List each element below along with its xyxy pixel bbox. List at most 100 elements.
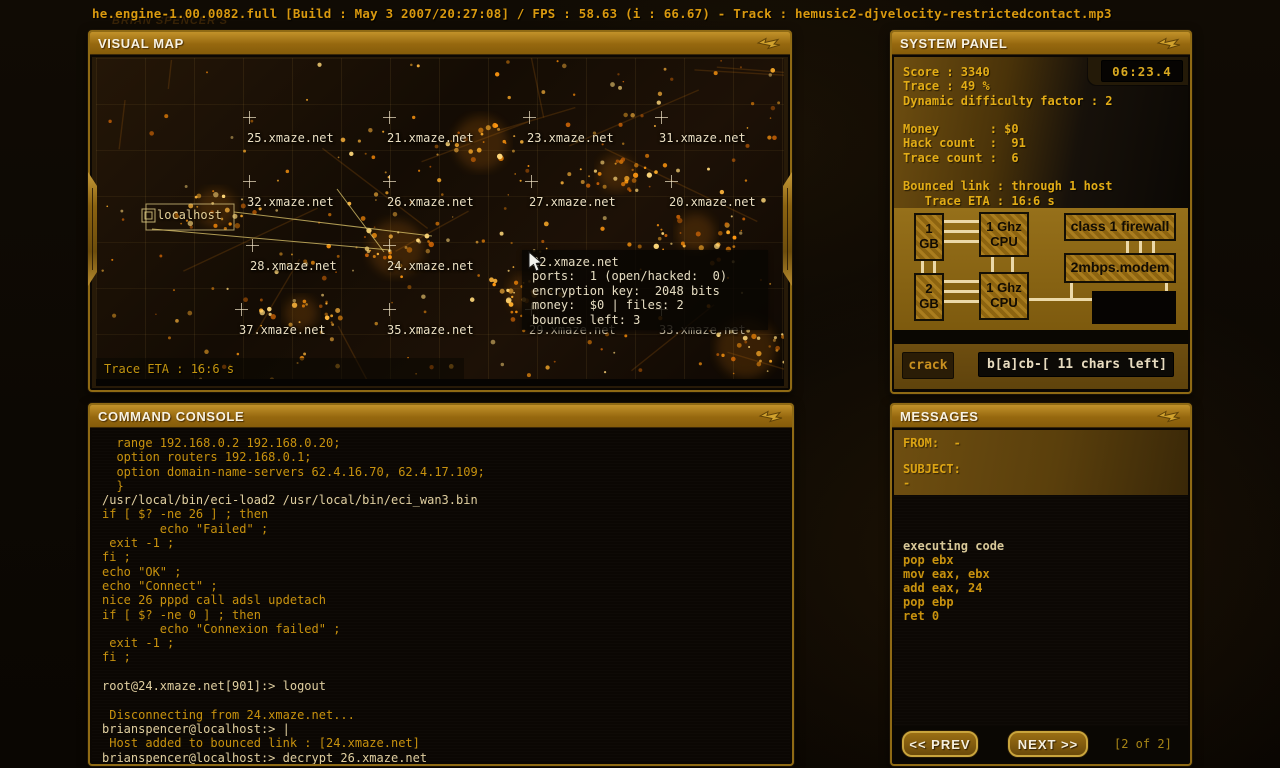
system-stat-line: Trace count : 6: [903, 151, 1113, 165]
crack-row: crack: [894, 344, 1188, 389]
map-node[interactable]: 26.xmaze.net: [387, 191, 474, 210]
map-node[interactable]: 23.xmaze.net: [527, 127, 614, 146]
message-line: pop ebx: [903, 553, 1188, 567]
system-panel-body: Score : 3340Trace : 49 %Dynamic difficul…: [894, 57, 1188, 390]
prev-message-button[interactable]: << PREV: [902, 731, 978, 757]
command-console-panel: COMMAND CONSOLE range 192.168.0.2 192.16…: [88, 403, 794, 766]
console-line: [102, 665, 780, 679]
crosshair-marker: [655, 111, 668, 124]
hardware-ram2: 2 GB: [914, 273, 944, 321]
ram1-unit: GB: [919, 237, 939, 252]
map-node-label: 31.xmaze.net: [659, 131, 746, 145]
message-line: mov eax, ebx: [903, 567, 1188, 581]
cpu1-label: CPU: [990, 235, 1017, 250]
console-line: exit -1 ;: [102, 636, 780, 650]
map-node-label: 32.xmaze.net: [247, 195, 334, 209]
visual-map-panel: VISUAL MAP 25.xmaze.net21.xmaze.net23.xm…: [88, 30, 792, 392]
map-node[interactable]: 25.xmaze.net: [247, 127, 334, 146]
console-line: /usr/local/bin/eci-load2 /usr/local/bin/…: [102, 493, 780, 507]
console-line: nice 26 pppd call adsl updetach: [102, 593, 780, 607]
console-line: option domain-name-servers 62.4.16.70, 6…: [102, 465, 780, 479]
map-node[interactable]: 24.xmaze.net: [387, 255, 474, 274]
map-node-label: 26.xmaze.net: [387, 195, 474, 209]
console-line: Disconnecting from 24.xmaze.net...: [102, 708, 780, 722]
map-node-label: 20.xmaze.net: [669, 195, 756, 209]
message-content: executing codepop ebxmov eax, ebxadd eax…: [894, 495, 1188, 683]
crack-input[interactable]: [978, 352, 1174, 377]
console-line: [102, 693, 780, 707]
crosshair-marker: [383, 239, 396, 252]
hardware-ram1: 1 GB: [914, 213, 944, 261]
panel-decoration-icon: [1156, 35, 1182, 51]
console-line: brianspencer@localhost:> |: [102, 722, 780, 736]
system-stat-line: Hack count : 91: [903, 136, 1113, 150]
hardware-black-module: [1092, 291, 1176, 324]
system-divider-strip: [894, 330, 1188, 344]
system-panel-header: SYSTEM PANEL: [892, 32, 1190, 55]
console-line: fi ;: [102, 550, 780, 564]
system-stat-line: Money : $0: [903, 122, 1113, 136]
ram2-size: 2: [925, 282, 932, 297]
system-stat-line: Bounced link : through 1 host: [903, 179, 1113, 193]
message-page-indicator: [2 of 2]: [1114, 737, 1172, 751]
map-node[interactable]: 35.xmaze.net: [387, 319, 474, 338]
map-node-label: 24.xmaze.net: [387, 259, 474, 273]
message-meta-line: SUBJECT:: [903, 463, 1188, 476]
map-node-label: 25.xmaze.net: [247, 131, 334, 145]
map-body: 25.xmaze.net 21.xmaze.net 23.xmaze.net 31.x…: [92, 57, 788, 388]
console-line: echo "OK" ;: [102, 565, 780, 579]
map-right-bracket: [783, 172, 792, 286]
system-panel: SYSTEM PANEL Score : 3340Trace : 49 %Dyn…: [890, 30, 1192, 394]
next-message-button[interactable]: NEXT >>: [1008, 731, 1088, 757]
messages-body: FROM: - SUBJECT:- executing codepop ebxm…: [894, 430, 1188, 762]
system-stat-line: Trace ETA : 16:6 s: [903, 194, 1113, 208]
map-viewport[interactable]: 25.xmaze.net 21.xmaze.net 23.xmaze.net 31.x…: [96, 58, 784, 380]
crack-button[interactable]: crack: [902, 352, 954, 379]
console-line: echo "Failed" ;: [102, 522, 780, 536]
crosshair-marker: [243, 175, 256, 188]
crosshair-marker: [383, 303, 396, 316]
message-meta-line: FROM: -: [903, 437, 1188, 450]
crosshair-marker: [246, 239, 259, 252]
map-node-localhost[interactable]: localhost: [157, 208, 222, 222]
console-line: echo "Connect" ;: [102, 579, 780, 593]
tooltip-line: ports: 1 (open/hacked: 0): [532, 269, 758, 283]
system-stat-line: Score : 3340: [903, 65, 1113, 79]
crosshair-marker: [243, 111, 256, 124]
map-node[interactable]: 20.xmaze.net: [669, 191, 756, 210]
map-node[interactable]: 37.xmaze.net: [239, 319, 326, 338]
console-line: }: [102, 479, 780, 493]
tooltip-details: ports: 1 (open/hacked: 0)encryption key:…: [532, 269, 758, 327]
map-node[interactable]: 31.xmaze.net: [659, 127, 746, 146]
engine-status-bar: he.engine-1.00.0082.full [Build : May 3 …: [92, 6, 1112, 21]
tooltip-line: encryption key: 2048 bits: [532, 284, 758, 298]
tooltip-line: money: $0 | files: 2: [532, 298, 758, 312]
command-console-header: COMMAND CONSOLE: [90, 405, 792, 428]
message-line: pop ebp: [903, 595, 1188, 609]
tooltip-line: bounces left: 3: [532, 313, 758, 327]
panel-decoration-icon: [1156, 408, 1182, 424]
modem-label: 2mbps.modem: [1071, 260, 1170, 276]
trace-eta-strip: Trace ETA : 16:6 s: [96, 358, 464, 379]
map-node[interactable]: 27.xmaze.net: [529, 191, 616, 210]
map-node[interactable]: 21.xmaze.net: [387, 127, 474, 146]
mouse-cursor: [528, 251, 544, 273]
console-line: exit -1 ;: [102, 536, 780, 550]
console-output[interactable]: range 192.168.0.2 192.168.0.20; option r…: [92, 430, 790, 762]
tooltip-host: 22.xmaze.net: [532, 255, 758, 269]
firewall-label: class 1 firewall: [1071, 219, 1170, 235]
map-node[interactable]: 32.xmaze.net: [247, 191, 334, 210]
hardware-firewall: class 1 firewall: [1064, 213, 1176, 241]
map-node-label: 23.xmaze.net: [527, 131, 614, 145]
messages-header: MESSAGES: [892, 405, 1190, 428]
hardware-diagram: 1 GB 1 Ghz CPU class 1 firewall 2mbps.mo…: [894, 208, 1188, 330]
system-stat-line: Dynamic difficulty factor : 2: [903, 94, 1113, 108]
hardware-modem: 2mbps.modem: [1064, 253, 1176, 283]
map-node-label: 37.xmaze.net: [239, 323, 326, 337]
hardware-cpu1: 1 Ghz CPU: [979, 212, 1029, 257]
map-node[interactable]: 28.xmaze.net: [250, 255, 337, 274]
panel-decoration-icon: [758, 408, 784, 424]
system-panel-title: SYSTEM PANEL: [900, 36, 1007, 51]
message-meta-line: -: [903, 477, 1188, 490]
timer-tab: 06:23.4: [1088, 57, 1188, 85]
